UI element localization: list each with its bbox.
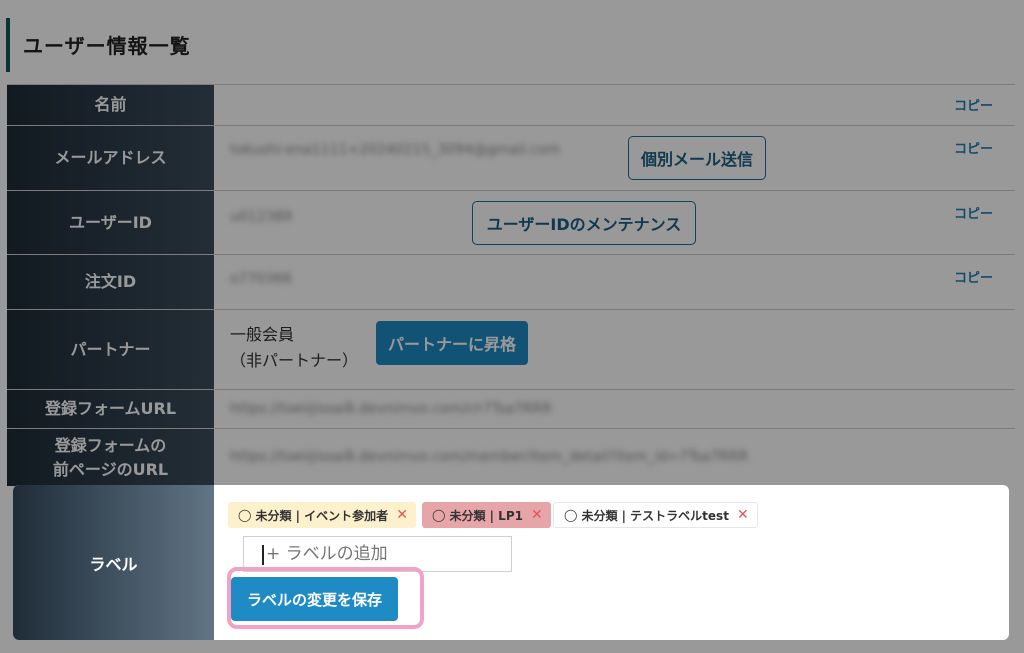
add-label-input[interactable] xyxy=(266,537,506,571)
user-id-value: u012389 xyxy=(230,209,293,225)
email-value: tokushi-ena1111+20240215_3094@gmail.com xyxy=(230,142,561,158)
close-icon[interactable]: ✕ xyxy=(531,507,543,523)
label-tag-event: ◯ 未分類 | イベント参加者 ✕ xyxy=(228,502,416,528)
row-prev-url-label-line2: 前ページのURL xyxy=(52,459,169,479)
form-url-value[interactable]: https://toeiijissai8.devnimvo.com/r/r7Ts… xyxy=(230,401,552,417)
promote-partner-button[interactable]: パートナーに昇格 xyxy=(376,321,528,365)
row-user-id: ユーザーID u012389 ユーザーIDのメンテナンス コピー xyxy=(7,190,1015,254)
prev-url-value[interactable]: https://toeiijissai8.devnimvo.com/member… xyxy=(230,449,748,465)
row-name-label: 名前 xyxy=(7,85,214,125)
partner-status-line1: 一般会員 xyxy=(230,325,295,344)
row-form-url-value: https://toeiijissai8.devnimvo.com/r/r7Ts… xyxy=(214,390,1015,428)
row-user-id-value: u012389 ユーザーIDのメンテナンス コピー xyxy=(214,191,1015,254)
label-tag-text: 未分類 | テストラベルtest xyxy=(581,508,729,523)
user-id-maintenance-button[interactable]: ユーザーIDのメンテナンス xyxy=(472,201,696,245)
row-partner-value: 一般会員 （非パートナー） パートナーに昇格 xyxy=(214,310,1015,389)
text-caret xyxy=(262,545,264,565)
row-order-id-label: 注文ID xyxy=(7,255,214,309)
row-partner: パートナー 一般会員 （非パートナー） パートナーに昇格 xyxy=(7,309,1015,389)
copy-email-button[interactable]: コピー xyxy=(954,138,993,157)
page: ユーザー情報一覧 名前 コピー メールアドレス tokushi-ena1111+… xyxy=(0,0,1024,653)
title-accent-bar xyxy=(6,18,10,72)
label-tag-test: ◯ 未分類 | テストラベルtest ✕ xyxy=(553,502,758,528)
save-labels-button[interactable]: ラベルの変更を保存 xyxy=(231,577,398,621)
row-prev-url-label: 登録フォームの 前ページのURL xyxy=(7,429,214,486)
row-prev-url-value: https://toeiijissai8.devnimvo.com/member… xyxy=(214,429,1015,486)
row-labels: ラベル ◯ 未分類 | イベント参加者 ✕ ◯ 未分類 | LP1 ✕ ◯ 未分… xyxy=(13,485,1009,640)
row-user-id-label: ユーザーID xyxy=(7,191,214,254)
tag-icon: ◯ xyxy=(432,508,446,522)
row-form-url-label: 登録フォームURL xyxy=(7,390,214,428)
row-order-id: 注文ID o770366 コピー xyxy=(7,254,1015,309)
order-id-value: o770366 xyxy=(230,271,293,287)
send-individual-mail-button[interactable]: 個別メール送信 xyxy=(628,136,766,180)
close-icon[interactable]: ✕ xyxy=(737,507,749,523)
tag-icon: ◯ xyxy=(238,508,252,522)
copy-order-id-button[interactable]: コピー xyxy=(954,267,993,286)
row-email-label: メールアドレス xyxy=(7,126,214,190)
partner-status-line2: （非パートナー） xyxy=(230,351,359,370)
label-tag-text: 未分類 | イベント参加者 xyxy=(255,508,389,523)
label-tag-text: 未分類 | LP1 xyxy=(449,508,523,523)
row-labels-value: ◯ 未分類 | イベント参加者 ✕ ◯ 未分類 | LP1 ✕ ◯ 未分類 | … xyxy=(214,485,1009,640)
page-header: ユーザー情報一覧 xyxy=(0,18,1024,72)
page-title: ユーザー情報一覧 xyxy=(23,34,191,58)
row-email-value: tokushi-ena1111+20240215_3094@gmail.com … xyxy=(214,126,1015,190)
row-partner-label: パートナー xyxy=(7,310,214,389)
row-name: 名前 コピー xyxy=(7,84,1015,125)
row-prev-url-label-line1: 登録フォームの xyxy=(54,435,167,455)
row-labels-label: ラベル xyxy=(13,485,214,640)
tag-icon: ◯ xyxy=(564,508,578,522)
close-icon[interactable]: ✕ xyxy=(396,507,408,523)
row-name-value: コピー xyxy=(214,85,1015,125)
copy-name-button[interactable]: コピー xyxy=(954,95,993,114)
row-form-url: 登録フォームURL https://toeiijissai8.devnimvo.… xyxy=(7,389,1015,428)
row-order-id-value: o770366 コピー xyxy=(214,255,1015,309)
row-email: メールアドレス tokushi-ena1111+20240215_3094@gm… xyxy=(7,125,1015,190)
row-prev-url: 登録フォームの 前ページのURL https://toeiijissai8.de… xyxy=(7,428,1015,486)
label-tag-lp1: ◯ 未分類 | LP1 ✕ xyxy=(422,502,551,528)
copy-user-id-button[interactable]: コピー xyxy=(954,203,993,222)
